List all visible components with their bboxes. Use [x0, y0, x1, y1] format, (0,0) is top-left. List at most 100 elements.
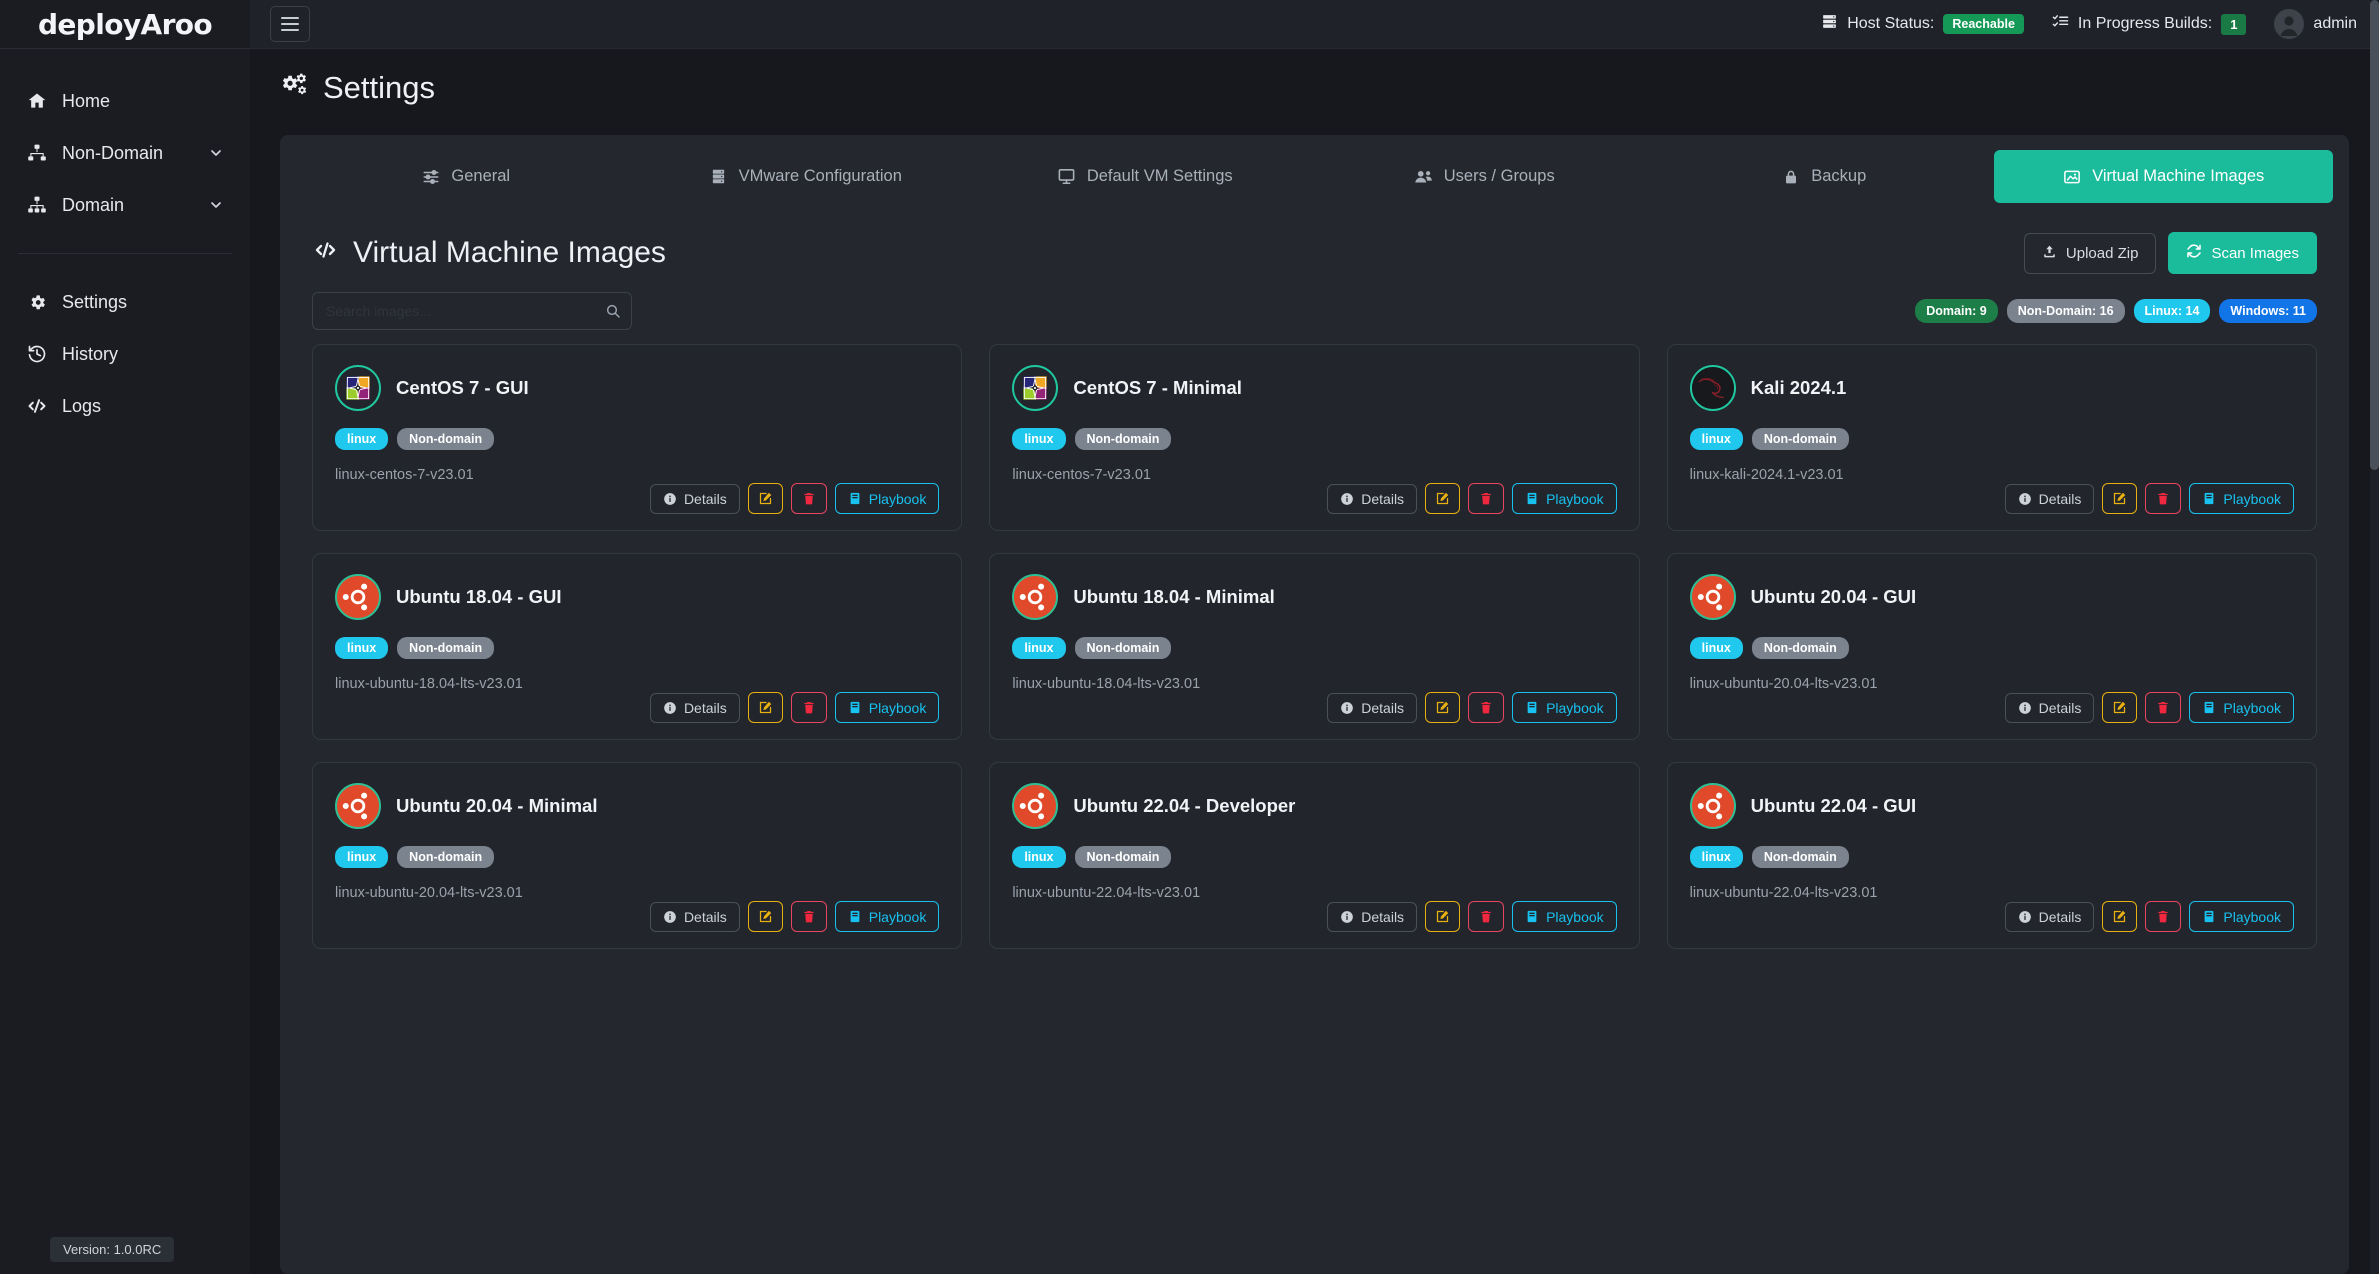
- sidebar-nav: Home Non-Domain Domain Settings History …: [0, 49, 250, 432]
- in-progress-builds: In Progress Builds: 1: [2052, 13, 2247, 35]
- upload-icon: [2042, 244, 2057, 263]
- chevron-down-icon[interactable]: [208, 145, 224, 161]
- card-tags: linux Non-domain: [335, 428, 939, 450]
- badge-windows[interactable]: Windows: 11: [2219, 299, 2317, 323]
- tab-default-vm-settings[interactable]: Default VM Settings: [975, 150, 1315, 203]
- tag-os: linux: [335, 428, 389, 450]
- details-button[interactable]: Details: [1327, 692, 1418, 723]
- sidebar-item-home[interactable]: Home: [0, 75, 250, 127]
- sidebar-item-domain[interactable]: Domain: [0, 179, 250, 231]
- delete-button[interactable]: [1468, 483, 1505, 514]
- details-label: Details: [2038, 490, 2082, 507]
- playbook-button[interactable]: Playbook: [834, 483, 940, 514]
- vm-image-card: CentOS 7 - Minimal linux Non-domain linu…: [989, 344, 1640, 531]
- search-icon[interactable]: [605, 303, 621, 319]
- details-button[interactable]: Details: [649, 692, 740, 723]
- badge-domain[interactable]: Domain: 9: [1915, 299, 1998, 323]
- details-label: Details: [683, 490, 727, 507]
- pen-square-icon: [758, 700, 773, 715]
- tab-general[interactable]: General: [296, 150, 636, 203]
- edit-button[interactable]: [747, 901, 783, 932]
- details-button[interactable]: Details: [649, 901, 740, 932]
- username-label: admin: [2313, 15, 2357, 32]
- sidebar-item-non-domain[interactable]: Non-Domain: [0, 127, 250, 179]
- edit-button[interactable]: [1425, 901, 1461, 932]
- scrollbar-thumb[interactable]: [2370, 0, 2379, 470]
- vm-image-card: Ubuntu 22.04 - GUI linux Non-domain linu…: [1666, 762, 2317, 949]
- tab-virtual-machine-images[interactable]: Virtual Machine Images: [1993, 150, 2333, 203]
- tag-domain: Non-domain: [1751, 428, 1849, 450]
- vm-image-filename: linux-ubuntu-18.04-lts-v23.01: [1012, 676, 1201, 692]
- ubuntu-logo-icon: [1689, 574, 1736, 620]
- delete-button[interactable]: [790, 483, 827, 514]
- scan-images-button[interactable]: Scan Images: [2168, 232, 2317, 274]
- details-label: Details: [2038, 908, 2082, 925]
- edit-button[interactable]: [1425, 692, 1461, 723]
- playbook-button[interactable]: Playbook: [2189, 692, 2294, 723]
- delete-button[interactable]: [1468, 901, 1505, 932]
- badge-non-domain[interactable]: Non-Domain: 16: [2006, 299, 2125, 323]
- ubuntu-logo-icon: [1012, 783, 1059, 829]
- playbook-button[interactable]: Playbook: [2189, 901, 2294, 932]
- playbook-button[interactable]: Playbook: [834, 901, 940, 932]
- tab-vmware-configuration[interactable]: VMware Configuration: [636, 150, 976, 203]
- edit-button[interactable]: [747, 483, 783, 514]
- user-menu[interactable]: admin: [2274, 9, 2357, 39]
- app-root: deployAroo Home Non-Domain Domain Settin…: [0, 0, 2379, 1274]
- vm-image-name: Ubuntu 18.04 - GUI: [396, 586, 562, 607]
- tag-domain: Non-domain: [1074, 846, 1172, 868]
- card-tags: linux Non-domain: [1689, 846, 2294, 868]
- kali-logo-icon: [1689, 365, 1736, 411]
- delete-button[interactable]: [790, 901, 827, 932]
- details-button[interactable]: Details: [2004, 692, 2095, 723]
- delete-button[interactable]: [1468, 692, 1505, 723]
- delete-button[interactable]: [2145, 483, 2182, 514]
- trash-icon: [1479, 491, 1493, 506]
- code-icon: [312, 236, 339, 270]
- playbook-button[interactable]: Playbook: [2189, 483, 2294, 514]
- tag-os: linux: [1689, 428, 1743, 450]
- vm-images-content: Virtual Machine Images Upload Zip Scan I…: [280, 218, 2349, 1274]
- details-button[interactable]: Details: [649, 483, 740, 514]
- tab-users-groups[interactable]: Users / Groups: [1315, 150, 1655, 203]
- badge-linux[interactable]: Linux: 14: [2133, 299, 2211, 323]
- delete-button[interactable]: [790, 692, 827, 723]
- sidebar-item-logs[interactable]: Logs: [0, 380, 250, 432]
- upload-zip-button[interactable]: Upload Zip: [2023, 232, 2157, 274]
- delete-button[interactable]: [2145, 901, 2182, 932]
- page-scrollbar[interactable]: [2370, 0, 2379, 1274]
- sidebar-item-history[interactable]: History: [0, 328, 250, 380]
- playbook-button[interactable]: Playbook: [834, 692, 940, 723]
- sitemap-icon: [26, 142, 48, 164]
- home-icon: [26, 90, 48, 112]
- details-button[interactable]: Details: [2004, 901, 2095, 932]
- edit-button[interactable]: [1425, 483, 1461, 514]
- pen-square-icon: [2112, 491, 2127, 506]
- details-button[interactable]: Details: [2004, 483, 2095, 514]
- edit-button[interactable]: [2102, 901, 2138, 932]
- sidebar-item-label: History: [62, 343, 119, 364]
- brand-logo[interactable]: deployAroo: [0, 0, 250, 49]
- info-icon: [1340, 910, 1354, 924]
- tab-label: Users / Groups: [1443, 167, 1555, 185]
- builds-count-badge: 1: [2221, 13, 2247, 35]
- edit-button[interactable]: [2102, 692, 2138, 723]
- edit-button[interactable]: [747, 692, 783, 723]
- vm-image-name: Ubuntu 22.04 - Developer: [1073, 795, 1296, 816]
- trash-icon: [2156, 700, 2170, 715]
- details-button[interactable]: Details: [1327, 483, 1418, 514]
- ubuntu-logo-icon: [1689, 783, 1736, 829]
- delete-button[interactable]: [2145, 692, 2182, 723]
- details-button[interactable]: Details: [1327, 901, 1418, 932]
- playbook-button[interactable]: Playbook: [1512, 483, 1617, 514]
- playbook-button[interactable]: Playbook: [1512, 901, 1617, 932]
- refresh-icon: [2186, 243, 2202, 263]
- search-input[interactable]: [312, 292, 632, 330]
- sidebar-item-settings[interactable]: Settings: [0, 276, 250, 328]
- playbook-button[interactable]: Playbook: [1512, 692, 1617, 723]
- hamburger-icon[interactable]: [270, 6, 310, 42]
- chevron-down-icon[interactable]: [208, 197, 224, 213]
- tag-os: linux: [1689, 846, 1743, 868]
- edit-button[interactable]: [2102, 483, 2138, 514]
- tab-backup[interactable]: Backup: [1654, 150, 1994, 203]
